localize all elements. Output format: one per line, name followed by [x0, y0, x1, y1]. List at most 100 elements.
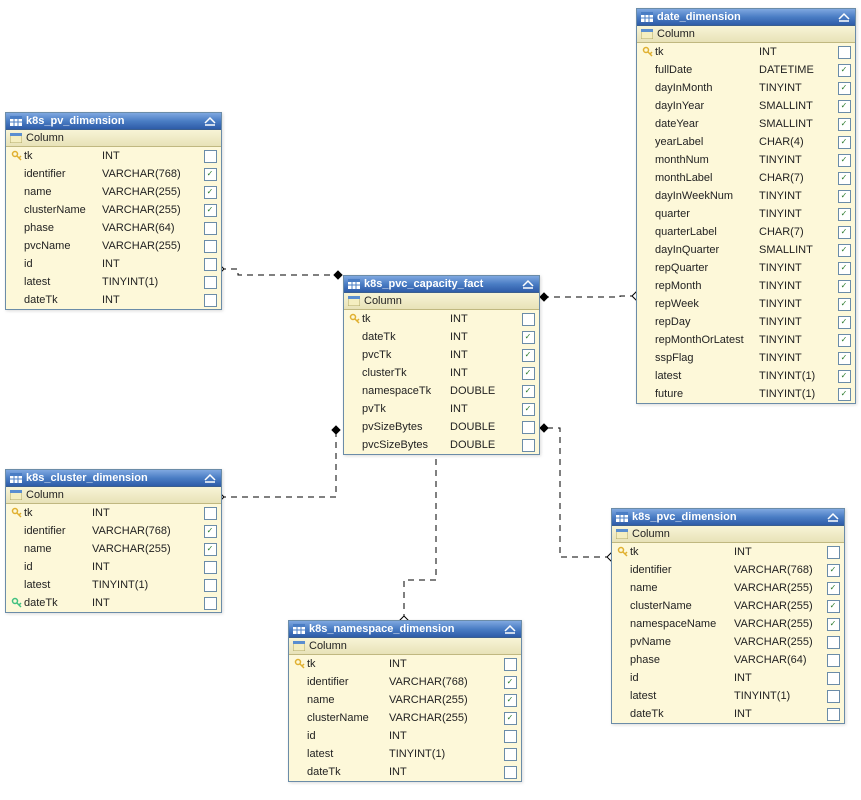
table-titlebar[interactable]: k8s_pvc_dimension [612, 509, 844, 526]
column-row[interactable]: clusterNameVARCHAR(255)✓ [612, 597, 844, 615]
nullable-checkbox[interactable]: ✓ [826, 582, 840, 595]
nullable-checkbox[interactable] [203, 294, 217, 307]
nullable-checkbox[interactable]: ✓ [203, 543, 217, 556]
nullable-checkbox[interactable] [826, 636, 840, 649]
column-row[interactable]: latestTINYINT(1) [6, 576, 221, 594]
column-row[interactable]: dateYearSMALLINT✓ [637, 115, 855, 133]
collapse-icon[interactable] [504, 624, 516, 634]
nullable-checkbox[interactable] [521, 313, 535, 326]
column-row[interactable]: idINT [6, 558, 221, 576]
nullable-checkbox[interactable]: ✓ [837, 334, 851, 347]
column-row[interactable]: tkINT [6, 504, 221, 522]
column-row[interactable]: clusterTkINT✓ [344, 364, 539, 382]
nullable-checkbox[interactable] [503, 766, 517, 779]
nullable-checkbox[interactable]: ✓ [837, 154, 851, 167]
nullable-checkbox[interactable]: ✓ [503, 694, 517, 707]
collapse-icon[interactable] [838, 12, 850, 22]
collapse-icon[interactable] [827, 512, 839, 522]
table-date[interactable]: date_dimensionColumntkINTfullDateDATETIM… [636, 8, 856, 404]
column-row[interactable]: pvcSizeBytesDOUBLE [344, 436, 539, 454]
nullable-checkbox[interactable] [837, 46, 851, 59]
table-titlebar[interactable]: k8s_cluster_dimension [6, 470, 221, 487]
nullable-checkbox[interactable]: ✓ [503, 712, 517, 725]
column-row[interactable]: phaseVARCHAR(64) [6, 219, 221, 237]
column-row[interactable]: nameVARCHAR(255)✓ [6, 183, 221, 201]
column-row[interactable]: monthLabelCHAR(7)✓ [637, 169, 855, 187]
nullable-checkbox[interactable]: ✓ [837, 190, 851, 203]
nullable-checkbox[interactable]: ✓ [826, 600, 840, 613]
column-row[interactable]: latestTINYINT(1) [289, 745, 521, 763]
nullable-checkbox[interactable]: ✓ [837, 208, 851, 221]
nullable-checkbox[interactable] [203, 597, 217, 610]
nullable-checkbox[interactable]: ✓ [837, 352, 851, 365]
column-row[interactable]: dateTkINT [6, 594, 221, 612]
collapse-icon[interactable] [204, 473, 216, 483]
nullable-checkbox[interactable]: ✓ [837, 136, 851, 149]
nullable-checkbox[interactable] [521, 421, 535, 434]
nullable-checkbox[interactable]: ✓ [837, 280, 851, 293]
nullable-checkbox[interactable] [826, 690, 840, 703]
nullable-checkbox[interactable]: ✓ [837, 100, 851, 113]
column-row[interactable]: dayInWeekNumTINYINT✓ [637, 187, 855, 205]
column-row[interactable]: namespaceNameVARCHAR(255)✓ [612, 615, 844, 633]
column-row[interactable]: fullDateDATETIME✓ [637, 61, 855, 79]
nullable-checkbox[interactable] [826, 672, 840, 685]
column-row[interactable]: tkINT [344, 310, 539, 328]
column-row[interactable]: clusterNameVARCHAR(255)✓ [6, 201, 221, 219]
table-pv[interactable]: k8s_pv_dimensionColumntkINTidentifierVAR… [5, 112, 222, 310]
nullable-checkbox[interactable]: ✓ [837, 64, 851, 77]
nullable-checkbox[interactable] [203, 507, 217, 520]
nullable-checkbox[interactable] [203, 561, 217, 574]
nullable-checkbox[interactable] [203, 579, 217, 592]
column-row[interactable]: dateTkINT [612, 705, 844, 723]
column-row[interactable]: namespaceTkDOUBLE✓ [344, 382, 539, 400]
nullable-checkbox[interactable]: ✓ [837, 262, 851, 275]
nullable-checkbox[interactable] [826, 654, 840, 667]
column-row[interactable]: phaseVARCHAR(64) [612, 651, 844, 669]
nullable-checkbox[interactable]: ✓ [521, 385, 535, 398]
column-row[interactable]: latestTINYINT(1) [612, 687, 844, 705]
nullable-checkbox[interactable]: ✓ [826, 564, 840, 577]
nullable-checkbox[interactable]: ✓ [203, 168, 217, 181]
column-row[interactable]: identifierVARCHAR(768)✓ [289, 673, 521, 691]
column-row[interactable]: dayInMonthTINYINT✓ [637, 79, 855, 97]
column-row[interactable]: dayInQuarterSMALLINT✓ [637, 241, 855, 259]
table-titlebar[interactable]: k8s_namespace_dimension [289, 621, 521, 638]
column-row[interactable]: repMonthOrLatestTINYINT✓ [637, 331, 855, 349]
column-row[interactable]: tkINT [637, 43, 855, 61]
column-row[interactable]: monthNumTINYINT✓ [637, 151, 855, 169]
column-row[interactable]: pvcNameVARCHAR(255) [6, 237, 221, 255]
nullable-checkbox[interactable]: ✓ [521, 403, 535, 416]
nullable-checkbox[interactable]: ✓ [837, 118, 851, 131]
table-fact[interactable]: k8s_pvc_capacity_factColumntkINTdateTkIN… [343, 275, 540, 455]
nullable-checkbox[interactable]: ✓ [837, 172, 851, 185]
collapse-icon[interactable] [204, 116, 216, 126]
column-row[interactable]: repWeekTINYINT✓ [637, 295, 855, 313]
nullable-checkbox[interactable] [826, 708, 840, 721]
nullable-checkbox[interactable]: ✓ [503, 676, 517, 689]
nullable-checkbox[interactable]: ✓ [203, 525, 217, 538]
nullable-checkbox[interactable]: ✓ [203, 204, 217, 217]
nullable-checkbox[interactable]: ✓ [203, 186, 217, 199]
column-row[interactable]: pvSizeBytesDOUBLE [344, 418, 539, 436]
nullable-checkbox[interactable]: ✓ [521, 331, 535, 344]
column-row[interactable]: quarterLabelCHAR(7)✓ [637, 223, 855, 241]
column-row[interactable]: nameVARCHAR(255)✓ [6, 540, 221, 558]
column-row[interactable]: dateTkINT [6, 291, 221, 309]
column-row[interactable]: clusterNameVARCHAR(255)✓ [289, 709, 521, 727]
column-row[interactable]: identifierVARCHAR(768)✓ [6, 522, 221, 540]
column-row[interactable]: identifierVARCHAR(768)✓ [612, 561, 844, 579]
column-row[interactable]: idINT [289, 727, 521, 745]
nullable-checkbox[interactable] [203, 150, 217, 163]
table-titlebar[interactable]: k8s_pvc_capacity_fact [344, 276, 539, 293]
nullable-checkbox[interactable] [503, 658, 517, 671]
column-row[interactable]: dayInYearSMALLINT✓ [637, 97, 855, 115]
column-row[interactable]: dateTkINT [289, 763, 521, 781]
column-row[interactable]: latestTINYINT(1)✓ [637, 367, 855, 385]
column-row[interactable]: nameVARCHAR(255)✓ [612, 579, 844, 597]
table-titlebar[interactable]: date_dimension [637, 9, 855, 26]
nullable-checkbox[interactable] [203, 258, 217, 271]
nullable-checkbox[interactable] [203, 276, 217, 289]
column-row[interactable]: idINT [612, 669, 844, 687]
table-namespace[interactable]: k8s_namespace_dimensionColumntkINTidenti… [288, 620, 522, 782]
